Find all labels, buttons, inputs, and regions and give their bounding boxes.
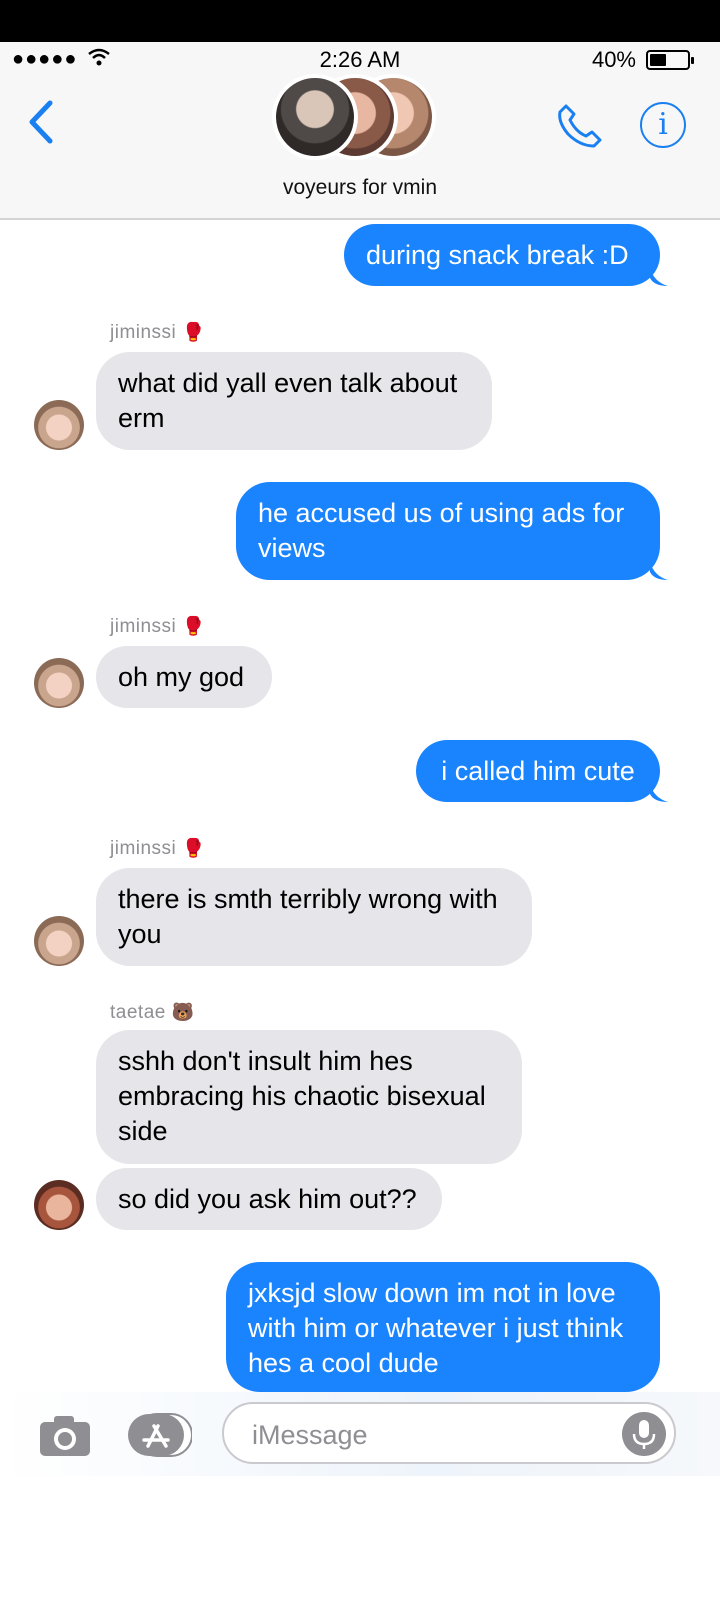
message-text: sshh don't insult him hes embracing his … <box>118 1046 486 1146</box>
info-icon[interactable]: i <box>640 102 686 148</box>
message-bubble-sent[interactable]: i called him cute <box>416 740 660 802</box>
message-bubble-sent[interactable]: jxksjd slow down im not in love with him… <box>226 1262 660 1392</box>
message-bubble-sent[interactable]: he accused us of using ads for views <box>236 482 660 580</box>
message-text: jxksjd slow down im not in love with him… <box>248 1278 624 1378</box>
avatar[interactable] <box>34 658 84 708</box>
message-bubble-received[interactable]: oh my god <box>96 646 272 708</box>
sender-name: taetae 🐻 <box>110 1002 195 1023</box>
battery-icon <box>646 50 694 70</box>
avatar[interactable] <box>34 916 84 966</box>
message-composer: iMessage <box>0 1392 720 1476</box>
message-text: so did you ask him out?? <box>118 1184 417 1214</box>
bubble-tail <box>650 268 668 286</box>
bubble-tail <box>650 784 668 802</box>
message-input[interactable]: iMessage <box>222 1402 676 1464</box>
message-bubble-received[interactable]: there is smth terribly wrong with you <box>96 868 532 966</box>
back-chevron-icon[interactable] <box>20 97 60 147</box>
avatar[interactable] <box>34 400 84 450</box>
message-text: what did yall even talk about erm <box>118 368 458 433</box>
sender-name: jiminssi 🥊 <box>110 838 206 859</box>
avatar[interactable] <box>34 1180 84 1230</box>
message-text: he accused us of using ads for views <box>258 498 625 563</box>
top-black-bar <box>0 0 720 42</box>
group-avatars[interactable] <box>272 74 442 164</box>
sender-name: jiminssi 🥊 <box>110 322 206 343</box>
message-bubble-received[interactable]: sshh don't insult him hes embracing his … <box>96 1030 522 1164</box>
phone-icon[interactable] <box>556 102 604 150</box>
microphone-icon[interactable] <box>622 1412 666 1456</box>
message-bubble-sent[interactable]: during snack break :D <box>344 224 660 286</box>
app-store-icon[interactable] <box>128 1412 192 1458</box>
message-bubble-received[interactable]: what did yall even talk about erm <box>96 352 492 450</box>
message-input-placeholder: iMessage <box>252 1420 368 1450</box>
conversation-header: ●●●●● 2:26 AM 40% voyeurs for vmin i <box>0 42 720 220</box>
message-bubble-received[interactable]: so did you ask him out?? <box>96 1168 442 1230</box>
bubble-tail <box>650 562 668 580</box>
message-text: oh my god <box>118 662 245 692</box>
group-name[interactable]: voyeurs for vmin <box>0 176 720 200</box>
status-bar: ●●●●● 2:26 AM 40% <box>0 42 720 78</box>
battery-percentage: 40% <box>591 47 636 72</box>
group-avatar-1 <box>272 74 358 160</box>
sender-name: jiminssi 🥊 <box>110 616 206 637</box>
message-text: during snack break :D <box>366 240 629 270</box>
message-text: i called him cute <box>441 756 635 786</box>
camera-icon[interactable] <box>38 1414 92 1458</box>
message-text: there is smth terribly wrong with you <box>118 884 498 949</box>
